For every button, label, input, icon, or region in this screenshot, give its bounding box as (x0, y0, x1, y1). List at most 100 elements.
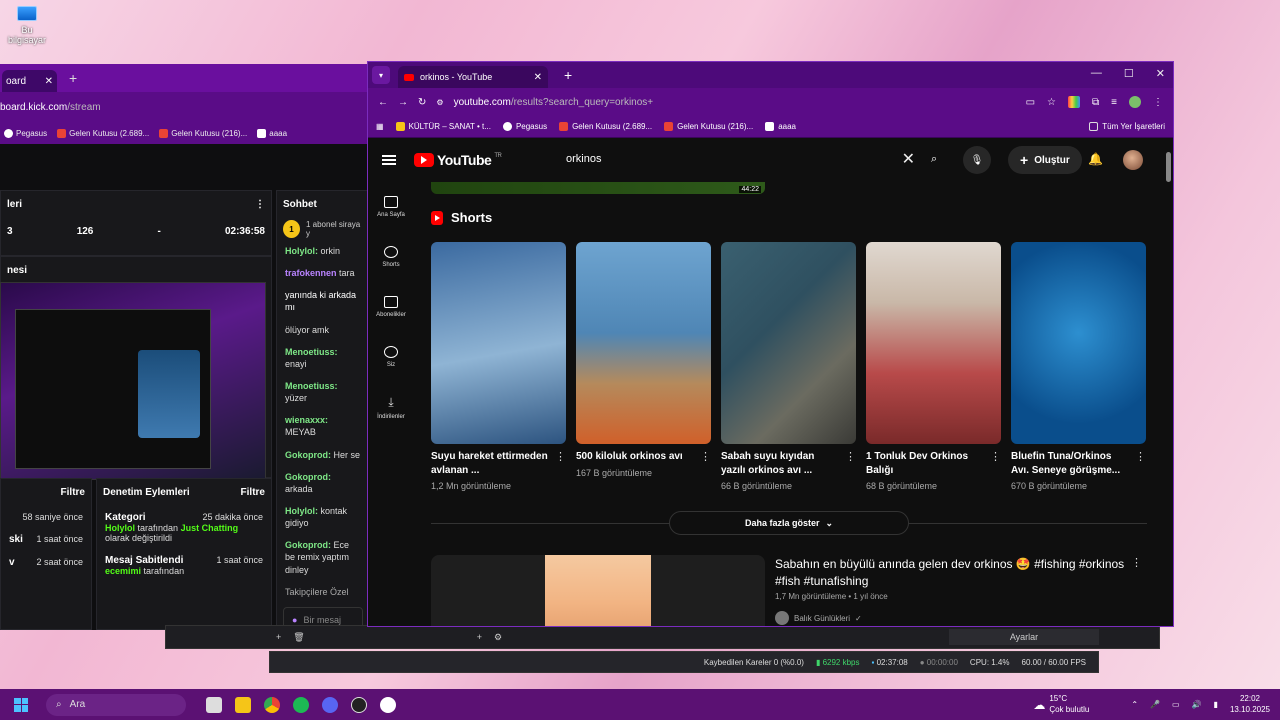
site-info-icon[interactable]: ⚙ (436, 98, 443, 107)
short-thumbnail[interactable] (721, 242, 856, 444)
weather-widget[interactable]: ☁ 15°C Çok bulutlu (1033, 694, 1089, 715)
chat-mode[interactable]: Takipçilere Özel (277, 581, 369, 603)
filter-button[interactable]: Filtre (241, 487, 265, 498)
gear-icon[interactable]: ⚙ (494, 632, 502, 643)
short-thumbnail[interactable] (576, 242, 711, 444)
task-view-icon[interactable] (206, 696, 222, 713)
kick-bookmark[interactable]: aaaa (257, 128, 287, 138)
new-tab-icon[interactable]: + (564, 67, 572, 83)
bookmark-item[interactable]: Gelen Kutusu (2.689... (559, 122, 652, 131)
short-title[interactable]: 500 kiloluk orkinos avı (576, 450, 694, 464)
new-tab-icon[interactable]: + (69, 70, 77, 86)
cast-icon[interactable]: ▭ (1026, 97, 1035, 108)
short-title[interactable]: Bluefin Tuna/Orkinos Avı. Seneye görüşme… (1011, 450, 1129, 477)
extension-color-icon[interactable] (1068, 96, 1081, 108)
kick-bookmark[interactable]: Gelen Kutusu (2.689... (57, 128, 149, 138)
extensions-icon[interactable]: ⧉ (1092, 97, 1099, 108)
reading-list-icon[interactable]: ≡ (1111, 97, 1117, 108)
bookmark-item[interactable]: aaaa (765, 122, 796, 131)
add-icon[interactable]: + (477, 632, 482, 642)
clear-search-icon[interactable]: ✕ (902, 149, 915, 169)
network-icon[interactable]: ▭ (1172, 700, 1180, 709)
video-channel[interactable]: Balık Günlükleri ✓ (775, 611, 862, 625)
trash-icon[interactable]: 🗑 (293, 632, 304, 643)
discord-icon[interactable] (322, 696, 338, 713)
chrome-icon[interactable] (264, 696, 280, 713)
chevron-up-icon[interactable]: ⌃ (1131, 700, 1138, 709)
short-card[interactable]: Sabah suyu kıyıdan yazılı orkinos avı ..… (721, 242, 856, 491)
this-pc-desktop-icon[interactable]: Bu bilgisayar (2, 6, 52, 45)
bookmark-item[interactable]: Pegasus (502, 122, 547, 131)
short-card[interactable]: Suyu hareket ettirmeden avlanan ... 1,2 M… (431, 242, 566, 491)
kick-address-bar[interactable]: board.kick.com/stream (0, 92, 370, 122)
taskbar-clock[interactable]: 22:02 13.10.2025 (1230, 694, 1270, 715)
add-icon[interactable]: + (276, 632, 281, 642)
sidebar-item-home[interactable]: Ana Sayfa (368, 182, 414, 232)
minimize-icon[interactable]: — (1091, 67, 1102, 80)
short-title[interactable]: Suyu hareket ettirmeden avlanan ... (431, 450, 549, 477)
previous-video-thumbnail[interactable]: 44:22 (431, 182, 765, 194)
more-options-icon[interactable]: ⋮ (555, 450, 566, 491)
kick-bookmark[interactable]: Pegasus (4, 128, 47, 138)
more-options-icon[interactable]: ⋮ (1131, 556, 1142, 569)
browser-tab[interactable]: orkinos - YouTube ✕ (398, 66, 548, 88)
taskbar-search[interactable]: ⌕ Ara (46, 693, 186, 716)
short-thumbnail[interactable] (1011, 242, 1146, 444)
mic-icon[interactable]: ● (292, 615, 297, 625)
bookmark-item[interactable]: Gelen Kutusu (216)... (664, 122, 753, 131)
short-card[interactable]: Bluefin Tuna/Orkinos Avı. Seneye görüşme… (1011, 242, 1146, 491)
kick-bookmark[interactable]: Gelen Kutusu (216)... (159, 128, 247, 138)
more-options-icon[interactable]: ⋮ (990, 450, 1001, 491)
short-card[interactable]: 1 Tonluk Dev Orkinos Balığı 68 B görüntül… (866, 242, 1001, 491)
short-card[interactable]: 500 kiloluk orkinos avı 167 B görüntüleme… (576, 242, 711, 491)
create-button[interactable]: + Oluştur (1008, 146, 1082, 174)
sidebar-item-you[interactable]: Siz (368, 332, 414, 382)
video-title[interactable]: Sabahın en büyülü anında gelen dev orkin… (775, 556, 1125, 591)
address-bar[interactable]: youtube.com/results?search_query=orkinos… (454, 97, 654, 108)
account-avatar[interactable] (1123, 150, 1143, 170)
youtube-logo[interactable]: YouTube TR (414, 152, 502, 168)
sidebar-item-downloads[interactable]: ⤓ İndirilenler (368, 382, 414, 432)
more-options-icon[interactable]: ⋮ (700, 450, 711, 478)
kebab-icon[interactable]: ⋮ (255, 199, 265, 210)
app-icon[interactable] (380, 696, 396, 713)
tab-search-icon[interactable]: ▾ (372, 66, 390, 84)
short-title[interactable]: Sabah suyu kıyıdan yazılı orkinos avı ..… (721, 450, 839, 477)
short-title[interactable]: 1 Tonluk Dev Orkinos Balığı (866, 450, 984, 477)
voice-search-button[interactable]: 🎙 (963, 146, 991, 174)
bookmark-item[interactable]: KÜLTÜR – SANAT • t... (395, 122, 491, 131)
obs-icon[interactable] (351, 696, 367, 713)
sidebar-item-shorts[interactable]: Shorts (368, 232, 414, 282)
bookmark-star-icon[interactable]: ☆ (1047, 97, 1056, 108)
search-icon[interactable]: ⌕ (931, 153, 951, 166)
settings-button[interactable]: Ayarlar (949, 629, 1099, 645)
spotify-icon[interactable] (293, 696, 309, 713)
forward-icon[interactable]: → (398, 97, 408, 108)
short-thumbnail[interactable] (431, 242, 566, 444)
back-icon[interactable]: ← (378, 97, 388, 108)
search-input[interactable]: orkinos (554, 153, 902, 165)
notifications-bell-icon[interactable]: 🔔 (1088, 152, 1103, 166)
start-button[interactable] (14, 697, 28, 712)
hamburger-menu-icon[interactable] (382, 155, 396, 165)
close-window-icon[interactable]: ✕ (1156, 67, 1165, 80)
apps-grid-icon[interactable]: ▦ (376, 122, 384, 131)
maximize-icon[interactable]: ☐ (1124, 67, 1134, 80)
reload-icon[interactable]: ↻ (418, 97, 426, 108)
show-more-button[interactable]: Daha fazla göster ⌄ (669, 511, 909, 535)
filter-button[interactable]: Filtre (61, 487, 85, 498)
more-options-icon[interactable]: ⋮ (845, 450, 856, 491)
kick-tab[interactable]: oard ✕ (2, 70, 57, 92)
battery-icon[interactable]: ▮ (1214, 700, 1218, 709)
short-thumbnail[interactable] (866, 242, 1001, 444)
microphone-icon[interactable]: 🎤 (1150, 700, 1160, 709)
scrollbar[interactable] (1166, 152, 1171, 182)
all-bookmarks-button[interactable]: Tüm Yer İşaretleri (1089, 122, 1165, 131)
sidebar-item-subscriptions[interactable]: Abonelikler (368, 282, 414, 332)
more-options-icon[interactable]: ⋮ (1135, 450, 1146, 491)
volume-icon[interactable]: 🔊 (1192, 700, 1202, 709)
menu-kebab-icon[interactable]: ⋮ (1153, 97, 1163, 108)
profile-icon[interactable] (1129, 96, 1141, 108)
file-explorer-icon[interactable] (235, 696, 251, 713)
video-thumbnail[interactable] (431, 555, 765, 626)
